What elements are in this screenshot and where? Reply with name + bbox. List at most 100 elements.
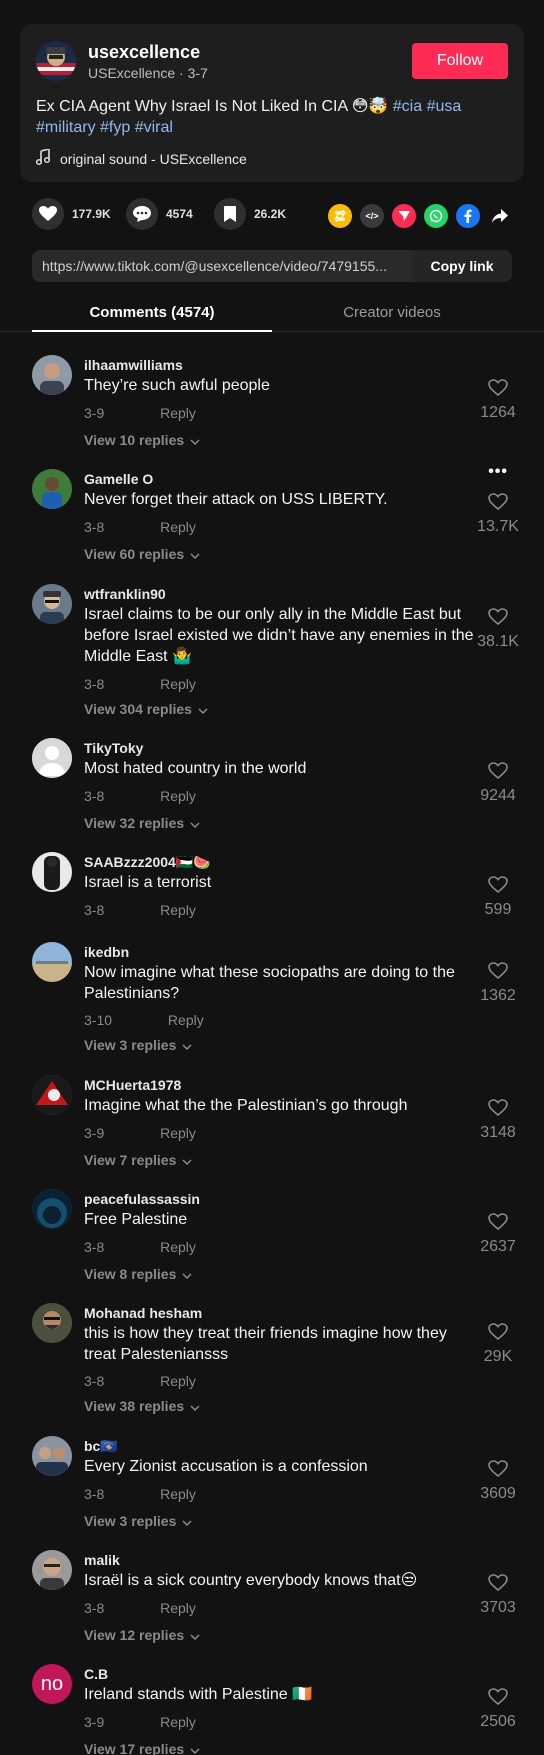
view-replies-button[interactable]: View 304 replies [84, 701, 208, 717]
reply-button[interactable]: Reply [160, 1714, 196, 1730]
commenter-username[interactable]: TikyToky [84, 740, 143, 756]
hashtag-cia[interactable]: #cia [393, 98, 422, 115]
commenter-avatar[interactable] [32, 1075, 72, 1115]
commenter-avatar[interactable] [32, 355, 72, 395]
creator-subline: USExcellence · 3-7 [88, 65, 208, 81]
comment-date: 3-10 [84, 1012, 113, 1028]
comment-like[interactable]: 3703 [474, 1574, 522, 1617]
comment-date: 3-8 [84, 519, 105, 535]
comment-like[interactable]: 29K [474, 1323, 522, 1366]
view-replies-button[interactable]: View 3 replies [84, 1037, 192, 1053]
hashtag-usa[interactable]: #usa [427, 98, 462, 115]
commenter-avatar[interactable] [32, 852, 72, 892]
commenter-username[interactable]: ilhaamwilliams [84, 357, 183, 373]
commenter-username[interactable]: bc🇽🇰 [84, 1438, 118, 1455]
separator: · [175, 65, 188, 81]
heart-outline-icon [488, 1688, 508, 1710]
repost-icon[interactable] [328, 204, 352, 228]
whatsapp-icon[interactable] [424, 204, 448, 228]
creator-avatar[interactable] [36, 41, 76, 81]
reply-button[interactable]: Reply [160, 405, 196, 421]
tab-bar: Comments (4574) Creator videos [0, 296, 544, 332]
comment-like[interactable]: 599 [474, 876, 522, 919]
comment-like[interactable]: 1264 [474, 379, 522, 422]
comment-action[interactable]: 4574 [126, 198, 193, 230]
comment-date: 3-8 [84, 1600, 105, 1616]
commenter-avatar[interactable] [32, 1189, 72, 1229]
reply-button[interactable]: Reply [160, 1600, 196, 1616]
copy-link-button[interactable]: Copy link [412, 250, 512, 282]
like-action[interactable]: 177.9K [32, 198, 111, 230]
comment-text: Israel is a terrorist [84, 874, 212, 891]
view-replies-button[interactable]: View 17 replies [84, 1741, 200, 1755]
comment-like-count: 9244 [480, 787, 516, 804]
more-options-icon[interactable]: ••• [488, 463, 508, 481]
embed-icon[interactable]: </> [360, 204, 384, 228]
commenter-avatar[interactable] [32, 469, 72, 509]
view-replies-button[interactable]: View 3 replies [84, 1513, 192, 1529]
view-replies-button[interactable]: View 7 replies [84, 1152, 192, 1168]
commenter-username[interactable]: peacefulassassin [84, 1191, 200, 1207]
comment-like[interactable]: 1362 [474, 962, 522, 1005]
reply-button[interactable]: Reply [160, 1239, 196, 1255]
comment-meta: 3-8 Reply [84, 519, 196, 535]
reply-button[interactable]: Reply [160, 1486, 196, 1502]
reply-button[interactable]: Reply [160, 519, 196, 535]
comment-like-count: 3609 [480, 1485, 516, 1502]
default-avatar-icon[interactable] [32, 738, 72, 778]
commenter-avatar[interactable] [32, 942, 72, 982]
facebook-icon[interactable] [456, 204, 480, 228]
comment-like[interactable]: 9244 [474, 762, 522, 805]
commenter-username[interactable]: Gamelle O [84, 471, 153, 487]
chevron-down-icon [190, 1627, 200, 1643]
reply-button[interactable]: Reply [160, 788, 196, 804]
view-replies-button[interactable]: View 8 replies [84, 1266, 192, 1282]
commenter-avatar[interactable] [32, 1550, 72, 1590]
comment-like[interactable]: 3148 [474, 1099, 522, 1142]
creator-username[interactable]: usexcellence [88, 42, 200, 63]
commenter-username[interactable]: Mohanad hesham [84, 1305, 202, 1321]
view-replies-button[interactable]: View 32 replies [84, 815, 200, 831]
send-to-friends-icon[interactable] [392, 204, 416, 228]
commenter-username[interactable]: MCHuerta1978 [84, 1077, 181, 1093]
hashtag-fyp[interactable]: #fyp [100, 119, 130, 136]
commenter-avatar[interactable] [32, 1303, 72, 1343]
comment-like-count: 1264 [480, 404, 516, 421]
comment-item: ikedbn Now imagine what these sociopaths… [32, 942, 522, 1053]
hashtag-military[interactable]: #military [36, 119, 96, 136]
hashtag-viral[interactable]: #viral [135, 119, 173, 136]
view-replies-button[interactable]: View 10 replies [84, 432, 200, 448]
comment-like[interactable]: 13.7K [474, 493, 522, 536]
reply-button[interactable]: Reply [160, 902, 196, 918]
comment-like[interactable]: 3609 [474, 1460, 522, 1503]
tab-comments[interactable]: Comments (4574) [32, 304, 272, 321]
reply-button[interactable]: Reply [160, 1125, 196, 1141]
share-arrow-icon[interactable] [488, 204, 512, 228]
commenter-username[interactable]: ikedbn [84, 944, 129, 960]
reply-button[interactable]: Reply [160, 1373, 196, 1389]
view-replies-button[interactable]: View 38 replies [84, 1398, 200, 1414]
commenter-username[interactable]: SAABzzz2004🇵🇸🍉 [84, 854, 211, 871]
follow-button[interactable]: Follow [412, 43, 508, 79]
commenter-avatar[interactable] [32, 1436, 72, 1476]
like-count: 177.9K [72, 207, 111, 221]
sound-label: original sound - USExcellence [60, 150, 247, 167]
commenter-username[interactable]: C.B [84, 1666, 108, 1682]
commenter-username[interactable]: wtfranklin90 [84, 586, 166, 602]
comment-like[interactable]: 2637 [474, 1213, 522, 1256]
view-replies-button[interactable]: View 12 replies [84, 1627, 200, 1643]
save-action[interactable]: 26.2K [214, 198, 286, 230]
reply-button[interactable]: Reply [160, 676, 196, 692]
tab-creator-videos[interactable]: Creator videos [272, 304, 512, 321]
commenter-avatar[interactable] [32, 584, 72, 624]
commenter-avatar[interactable]: no [32, 1664, 72, 1704]
sound-link[interactable]: original sound - USExcellence [35, 147, 247, 168]
comment-like[interactable]: 38.1K [474, 608, 522, 651]
comment-text: Every Zionist accusation is a confession [84, 1458, 368, 1475]
reply-button[interactable]: Reply [168, 1012, 204, 1028]
comment-meta: 3-8 Reply [84, 1600, 196, 1616]
view-replies-button[interactable]: View 60 replies [84, 546, 200, 562]
comment-like[interactable]: 2506 [474, 1688, 522, 1731]
chevron-down-icon [182, 1037, 192, 1053]
commenter-username[interactable]: malik [84, 1552, 120, 1568]
